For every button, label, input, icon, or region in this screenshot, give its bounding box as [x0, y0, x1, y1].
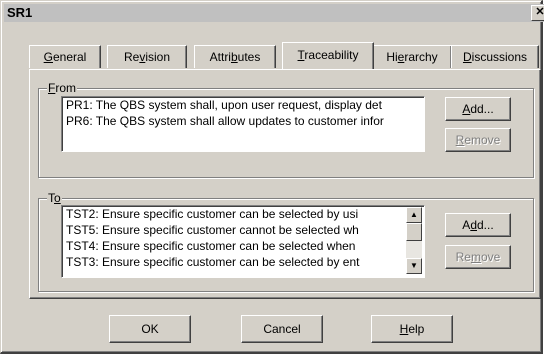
list-item[interactable]: TST4: Ensure specific customer can be se…: [62, 238, 424, 254]
tab-traceability[interactable]: Traceability: [282, 42, 374, 69]
ok-button[interactable]: OK: [109, 315, 191, 343]
to-group: To TST2: Ensure specific customer can be…: [38, 191, 534, 292]
scroll-down-button[interactable]: ▼: [406, 258, 422, 274]
list-item[interactable]: TST5: Ensure specific customer cannot be…: [62, 222, 424, 238]
tab-attributes[interactable]: Attributes: [194, 45, 276, 68]
from-add-button[interactable]: Add...: [445, 97, 511, 121]
close-button[interactable]: ✕: [531, 5, 544, 21]
sr1-dialog: SR1 ✕ General Revision Attributes Tracea…: [0, 0, 544, 354]
tab-hierarchy[interactable]: Hierarchy: [372, 45, 452, 68]
scrollbar-thumb[interactable]: [406, 223, 422, 241]
to-list[interactable]: TST2: Ensure specific customer can be se…: [61, 205, 425, 278]
tab-general[interactable]: General: [29, 45, 101, 68]
traceability-panel: From PR1: The QBS system shall, upon use…: [29, 69, 541, 299]
title-bar: SR1 ✕: [4, 4, 544, 22]
help-button[interactable]: Help: [371, 315, 453, 343]
to-add-button[interactable]: Add...: [445, 213, 511, 237]
list-item[interactable]: TST2: Ensure specific customer can be se…: [62, 206, 424, 222]
from-list[interactable]: PR1: The QBS system shall, upon user req…: [61, 96, 425, 152]
cancel-button[interactable]: Cancel: [241, 315, 323, 343]
list-item[interactable]: PR6: The QBS system shall allow updates …: [62, 113, 424, 129]
scroll-down-icon: ▼: [410, 261, 418, 270]
scroll-up-icon: ▲: [410, 210, 418, 219]
list-item[interactable]: PR1: The QBS system shall, upon user req…: [62, 97, 424, 113]
window-title: SR1: [7, 5, 33, 20]
from-remove-button[interactable]: Remove: [445, 128, 511, 152]
to-list-scrollbar[interactable]: ▲ ▼: [406, 207, 422, 274]
tab-discussions[interactable]: Discussions: [451, 45, 539, 68]
list-item[interactable]: TST3: Ensure specific customer can be se…: [62, 254, 424, 270]
tab-revision[interactable]: Revision: [107, 45, 187, 68]
to-group-label: To: [47, 191, 62, 205]
from-group: From PR1: The QBS system shall, upon use…: [38, 81, 534, 178]
scroll-up-button[interactable]: ▲: [406, 207, 422, 223]
from-group-label: From: [47, 81, 78, 95]
close-icon: ✕: [535, 6, 544, 18]
to-remove-button[interactable]: Remove: [445, 245, 511, 269]
